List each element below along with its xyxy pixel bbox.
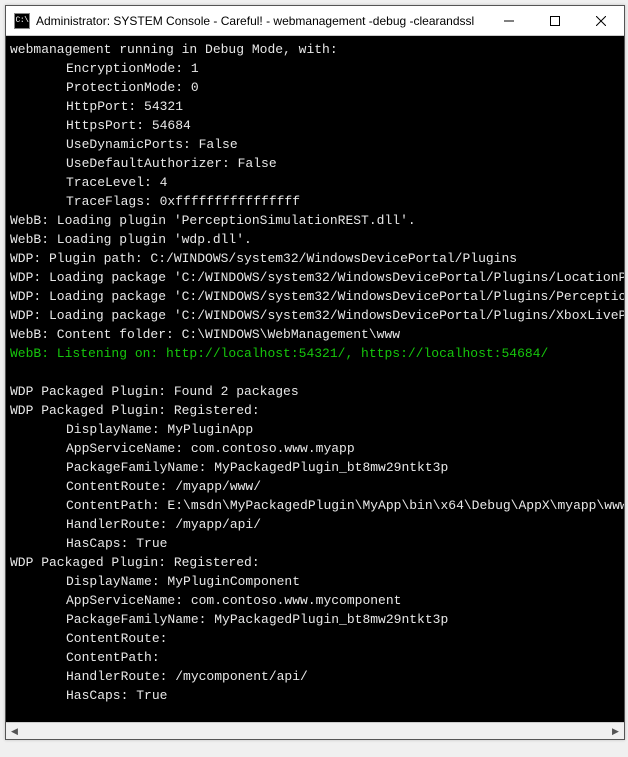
console-line: HasCaps: True — [66, 534, 620, 553]
console-line: AppServiceName: com.contoso.www.mycompon… — [66, 591, 620, 610]
console-line: ContentRoute: /myapp/www/ — [66, 477, 620, 496]
minimize-button[interactable] — [486, 6, 532, 35]
console-output[interactable]: webmanagement running in Debug Mode, wit… — [6, 36, 624, 722]
scroll-right-arrow-icon[interactable]: ▶ — [607, 723, 624, 740]
console-line-listening: WebB: Listening on: http://localhost:543… — [10, 346, 548, 361]
scroll-left-arrow-icon[interactable]: ◀ — [6, 723, 23, 740]
console-line: WebB: Content folder: C:\WINDOWS\WebMana… — [10, 327, 400, 342]
console-line: HandlerRoute: /mycomponent/api/ — [66, 667, 620, 686]
console-line: WDP Packaged Plugin: Registered: — [10, 555, 260, 570]
console-line: EncryptionMode: 1 — [66, 59, 620, 78]
console-line — [10, 365, 18, 380]
console-line: WebB: Loading plugin 'PerceptionSimulati… — [10, 213, 416, 228]
close-icon — [596, 16, 606, 26]
console-line: ContentPath: E:\msdn\MyPackagedPlugin\My… — [66, 496, 620, 515]
console-line: AppServiceName: com.contoso.www.myapp — [66, 439, 620, 458]
console-line: PackageFamilyName: MyPackagedPlugin_bt8m… — [66, 610, 620, 629]
console-line: UseDefaultAuthorizer: False — [66, 154, 620, 173]
minimize-icon — [504, 16, 514, 26]
console-line: WDP Packaged Plugin: Registered: — [10, 403, 260, 418]
console-line: UseDynamicPorts: False — [66, 135, 620, 154]
console-line: TraceFlags: 0xffffffffffffffff — [66, 192, 620, 211]
console-line: TraceLevel: 4 — [66, 173, 620, 192]
maximize-button[interactable] — [532, 6, 578, 35]
console-line: WDP: Loading package 'C:/WINDOWS/system3… — [10, 289, 624, 304]
titlebar[interactable]: C:\ Administrator: SYSTEM Console - Care… — [6, 6, 624, 36]
window-controls — [486, 6, 624, 35]
scroll-track[interactable] — [23, 723, 607, 739]
window-title: Administrator: SYSTEM Console - Careful!… — [36, 14, 486, 28]
console-line: ProtectionMode: 0 — [66, 78, 620, 97]
console-line: DisplayName: MyPluginComponent — [66, 572, 620, 591]
console-line: WDP: Loading package 'C:/WINDOWS/system3… — [10, 270, 624, 285]
console-line: PackageFamilyName: MyPackagedPlugin_bt8m… — [66, 458, 620, 477]
console-line: HandlerRoute: /myapp/api/ — [66, 515, 620, 534]
cmd-icon: C:\ — [14, 13, 30, 29]
horizontal-scrollbar[interactable]: ◀ ▶ — [6, 722, 624, 739]
console-line: webmanagement running in Debug Mode, wit… — [10, 42, 338, 57]
console-line: DisplayName: MyPluginApp — [66, 420, 620, 439]
console-line: HasCaps: True — [66, 686, 620, 705]
console-line: WebB: Loading plugin 'wdp.dll'. — [10, 232, 252, 247]
console-line: WDP: Plugin path: C:/WINDOWS/system32/Wi… — [10, 251, 517, 266]
console-line: ContentPath: — [66, 648, 620, 667]
console-line: ContentRoute: — [66, 629, 620, 648]
console-line: HttpPort: 54321 — [66, 97, 620, 116]
console-line: HttpsPort: 54684 — [66, 116, 620, 135]
console-line: WDP Packaged Plugin: Found 2 packages — [10, 384, 299, 399]
console-window: C:\ Administrator: SYSTEM Console - Care… — [5, 5, 625, 740]
console-line: WDP: Loading package 'C:/WINDOWS/system3… — [10, 308, 624, 323]
close-button[interactable] — [578, 6, 624, 35]
maximize-icon — [550, 16, 560, 26]
